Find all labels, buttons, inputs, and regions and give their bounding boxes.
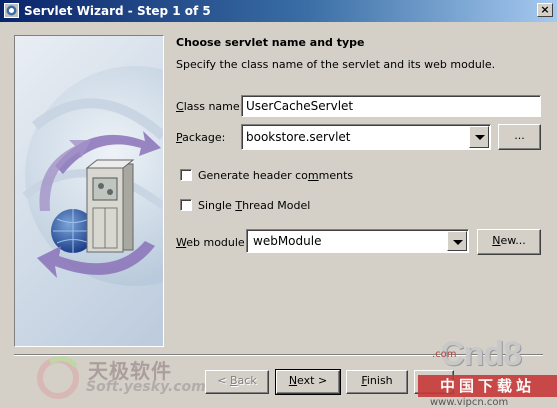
- class-name-mnemonic: C: [176, 100, 184, 113]
- single-thread-text-a: Single: [198, 199, 236, 212]
- finish-button[interactable]: Finish: [346, 370, 408, 394]
- step-heading: Choose servlet name and type: [176, 36, 365, 49]
- web-module-mnemonic: W: [176, 236, 187, 249]
- yesky-url-text: Soft.yesky.com: [86, 379, 206, 395]
- generate-header-comments-checkbox[interactable]: [180, 169, 192, 181]
- web-module-label-text: eb module:: [186, 236, 249, 249]
- back-mnemonic: B: [230, 374, 238, 387]
- web-module-select[interactable]: webModule: [246, 229, 469, 253]
- close-button[interactable]: ×: [537, 3, 553, 17]
- web-module-dropdown-arrow-icon[interactable]: [447, 231, 467, 251]
- cnd8-com-text: .com: [432, 349, 457, 360]
- class-name-field[interactable]: [241, 95, 541, 117]
- wizard-illustration: [14, 35, 164, 347]
- server-globe-illustration: [22, 66, 163, 286]
- cnd8-watermark: Cnd8 .com 中国下载站 www.vipcn.com: [418, 335, 557, 408]
- single-thread-model-label[interactable]: Single Thread Model: [198, 199, 310, 212]
- title-bar: Servlet Wizard - Step 1 of 5 ×: [0, 0, 557, 22]
- web-module-value: webModule: [253, 234, 322, 248]
- new-web-module-button[interactable]: New...: [477, 229, 541, 255]
- window-title: Servlet Wizard - Step 1 of 5: [24, 4, 211, 18]
- package-input[interactable]: [242, 125, 490, 149]
- generate-header-comments-label[interactable]: Generate header comments: [198, 169, 353, 182]
- class-name-label-text: lass name:: [183, 100, 244, 113]
- yesky-logo-icon: [37, 356, 79, 399]
- generate-header-text-a: Generate header co: [198, 169, 308, 182]
- package-label: Package:: [176, 131, 225, 144]
- cnd8-cn-banner: 中国下载站: [418, 375, 557, 397]
- generate-header-text-b: ments: [318, 169, 354, 182]
- yesky-watermark: 天极软件 Soft.yesky.com: [36, 352, 216, 404]
- servlet-wizard-window: Servlet Wizard - Step 1 of 5 × Choose se…: [0, 0, 557, 408]
- step-description: Specify the class name of the servlet an…: [176, 58, 496, 71]
- new-text-b: ew...: [500, 234, 526, 247]
- close-icon: ×: [540, 3, 550, 16]
- next-text: ext >: [297, 374, 328, 387]
- class-name-label: Class name:: [176, 100, 243, 113]
- app-icon: [4, 3, 19, 18]
- back-prefix: <: [217, 374, 230, 387]
- package-browse-button[interactable]: ...: [498, 124, 541, 150]
- package-label-text: ackage:: [182, 131, 226, 144]
- class-name-input[interactable]: [242, 96, 540, 116]
- web-module-label: Web module:: [176, 236, 248, 249]
- next-button[interactable]: Next >: [275, 369, 341, 395]
- package-browse-label: ...: [514, 129, 525, 142]
- back-text: ack: [237, 374, 257, 387]
- package-dropdown-arrow-icon[interactable]: [469, 126, 489, 148]
- single-thread-text-b: hread Model: [242, 199, 311, 212]
- package-combo[interactable]: [241, 124, 491, 150]
- single-thread-model-checkbox[interactable]: [180, 199, 192, 211]
- cnd8-url-text: www.vipcn.com: [430, 397, 509, 408]
- next-mnemonic: N: [288, 374, 298, 387]
- generate-header-mnemonic: m: [307, 169, 319, 182]
- finish-text: inish: [366, 374, 393, 387]
